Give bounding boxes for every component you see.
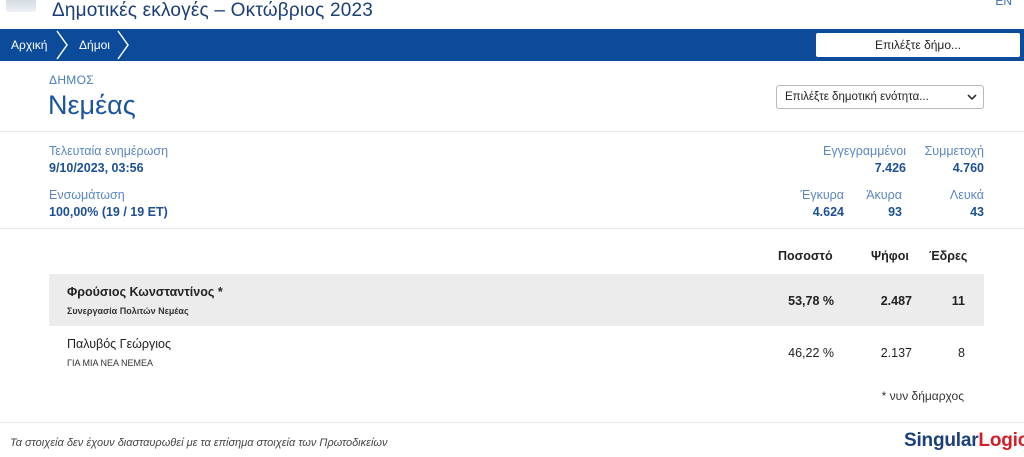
language-switch-link[interactable]: EN: [995, 0, 1012, 8]
blank-label: Λευκά: [949, 188, 984, 202]
turnout-value: 4.760: [952, 161, 984, 175]
breadcrumb-navbar: Αρχική Δήμοι Επιλέξτε δήμο...: [0, 29, 1024, 61]
municipality-select[interactable]: Επιλέξτε δήμο...: [816, 33, 1020, 57]
brand-name-part2: Logic: [978, 430, 1024, 451]
valid-label: Έγκυρα: [800, 188, 844, 202]
incumbent-mayor-note: * νυν δήμαρχος: [881, 389, 964, 403]
integration-value: 100,00% (19 / 19 ΕΤ): [49, 205, 168, 219]
ballot-logo-icon: [6, 0, 36, 12]
last-update-value: 9/10/2023, 03:56: [49, 161, 144, 175]
site-title: Δημοτικές εκλογές – Οκτώβριος 2023: [52, 0, 374, 21]
candidate-name: Φρούσιος Κωνσταντίνος *: [67, 285, 223, 299]
footer-divider: [0, 422, 1024, 423]
integration-label: Ενσωμάτωση: [49, 188, 125, 202]
candidate-percent: 46,22 %: [788, 346, 834, 360]
candidate-seats: 8: [958, 346, 965, 360]
candidate-seats: 11: [951, 294, 965, 308]
registered-value: 7.426: [874, 161, 906, 175]
last-update-label: Τελευταία ενημέρωση: [49, 144, 169, 158]
municipality-name: Νεμέας: [48, 90, 136, 120]
section-divider: [0, 228, 1024, 229]
brand-name-part1: Singular: [904, 430, 979, 451]
chevron-right-icon: [117, 30, 129, 60]
column-header-percent: Ποσοστό: [778, 249, 833, 263]
breadcrumb-home-link[interactable]: Αρχική: [11, 29, 47, 61]
municipal-unit-select-label: Επιλέξτε δημοτική ενότητα...: [785, 91, 929, 103]
candidate-percent: 53,78 %: [788, 294, 834, 308]
candidate-votes: 2.487: [880, 294, 912, 308]
valid-value: 4.624: [812, 205, 844, 219]
invalid-label: Άκυρα: [866, 188, 902, 202]
column-header-votes: Ψήφοι: [871, 249, 909, 263]
singularlogic-logo[interactable]: SingularLogic: [904, 430, 1024, 452]
chevron-down-icon: [967, 94, 977, 101]
candidate-party: ΓΙΑ ΜΙΑ ΝΕΑ ΝΕΜΕΑ: [67, 358, 153, 368]
chevron-right-icon: [56, 30, 68, 60]
footer-disclaimer: Τα στοιχεία δεν έχουν διασταυρωθεί με τα…: [10, 437, 388, 449]
table-row-highlight: [49, 274, 984, 326]
turnout-label: Συμμετοχή: [924, 144, 984, 158]
column-header-seats: Έδρες: [929, 249, 968, 263]
municipal-unit-select[interactable]: Επιλέξτε δημοτική ενότητα...: [776, 85, 984, 109]
candidate-name: Παλυβός Γεώργιος: [67, 337, 172, 351]
candidate-party: Συνεργασία Πολιτών Νεμέας: [67, 306, 189, 316]
breadcrumb-municipalities-link[interactable]: Δήμοι: [79, 29, 110, 61]
invalid-value: 93: [888, 205, 902, 219]
blank-value: 43: [970, 205, 984, 219]
candidate-votes: 2.137: [880, 346, 912, 360]
section-divider: [0, 131, 1024, 132]
municipality-label: ΔΗΜΟΣ: [49, 73, 94, 87]
page-header: Δημοτικές εκλογές – Οκτώβριος 2023 EN: [0, 0, 1024, 29]
registered-label: Εγγεγραμμένοι: [823, 144, 906, 158]
